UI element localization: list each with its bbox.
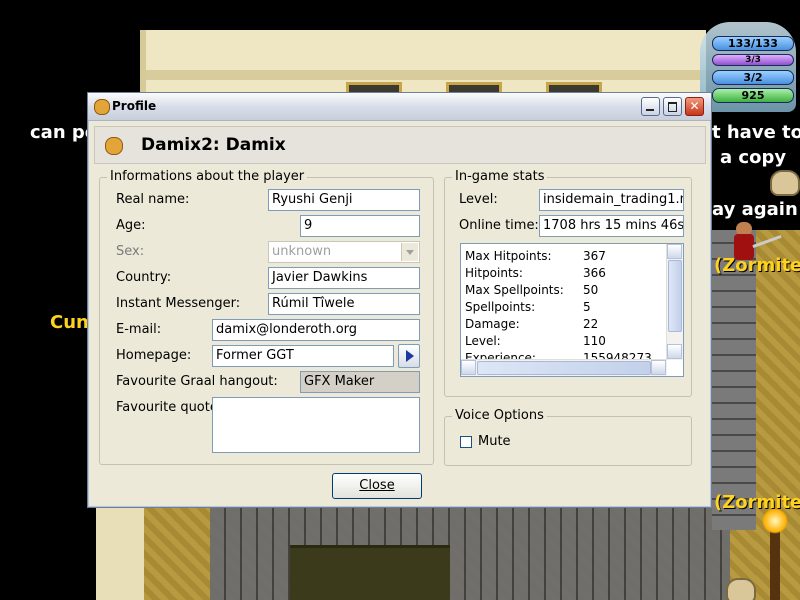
- player-name-title: Damix2: Damix: [141, 135, 286, 155]
- online-time-field[interactable]: 1708 hrs 15 mins 46sec: [539, 215, 684, 237]
- homepage-field[interactable]: Former GGT: [212, 345, 394, 367]
- stat-name: Max Spellpoints:: [465, 283, 564, 297]
- minimize-button[interactable]: [641, 97, 660, 116]
- stat-name: Hitpoints:: [465, 266, 523, 280]
- chat-bubble: (Zormite): [714, 255, 800, 276]
- maximize-button[interactable]: [663, 97, 682, 116]
- chat-bubble: ay again: [712, 199, 798, 220]
- messenger-label: Instant Messenger:: [116, 296, 241, 311]
- stat-name: Spellpoints:: [465, 300, 536, 314]
- chat-bubble: (Zormite): [714, 492, 800, 513]
- hangout-field[interactable]: GFX Maker: [300, 371, 420, 393]
- gralats-counter: 925: [712, 88, 794, 103]
- scroll-left-button[interactable]: [461, 360, 476, 375]
- hangout-label: Favourite Graal hangout:: [116, 374, 278, 389]
- email-field[interactable]: damix@londeroth.org: [212, 319, 420, 341]
- player-head-icon: [105, 137, 123, 155]
- country-field[interactable]: Javier Dawkins: [268, 267, 420, 289]
- scroll-right-button[interactable]: [651, 360, 666, 375]
- sex-value: unknown: [272, 244, 332, 259]
- stat-value: 366: [583, 266, 606, 280]
- profile-header: Damix2: Damix: [94, 126, 706, 164]
- email-label: E-mail:: [116, 322, 162, 337]
- player-head-icon: [94, 99, 110, 115]
- chat-bubble: Cun: [50, 312, 89, 333]
- dark-carpet: [290, 545, 450, 600]
- chat-bubble: t have to: [712, 122, 800, 143]
- maximize-icon: [664, 98, 681, 115]
- sex-select[interactable]: unknown: [268, 241, 420, 263]
- title-bar[interactable]: Profile ✕: [88, 93, 711, 121]
- messenger-field[interactable]: Rúmil Tîwele: [268, 293, 420, 315]
- close-icon: ✕: [689, 99, 700, 113]
- scroll-down-button[interactable]: [667, 344, 682, 359]
- group-label: Voice Options: [452, 408, 547, 423]
- stat-name: Max Hitpoints:: [465, 249, 552, 263]
- alignment-bar: 3/2: [712, 70, 794, 85]
- hitpoints-bar: 133/133: [712, 36, 794, 51]
- chevron-down-icon[interactable]: [401, 243, 418, 261]
- chat-bubble: a copy: [720, 147, 787, 168]
- age-field[interactable]: 9: [300, 215, 420, 237]
- country-label: Country:: [116, 270, 172, 285]
- scroll-up-button[interactable]: [667, 244, 682, 259]
- group-label: Informations about the player: [107, 169, 308, 184]
- level-field[interactable]: insidemain_trading1.nw: [539, 189, 684, 211]
- scroll-thumb[interactable]: [477, 361, 651, 375]
- stone-tiles: [210, 508, 730, 600]
- wall-beam: [146, 70, 706, 80]
- profile-window: Profile ✕ Damix2: Damix Informations abo…: [87, 92, 712, 508]
- status-hud: 133/133 3/3 3/2 925: [698, 22, 800, 112]
- horizontal-scrollbar[interactable]: [461, 359, 667, 376]
- sex-label: Sex:: [116, 244, 145, 259]
- close-window-button[interactable]: ✕: [685, 97, 704, 116]
- player-info-group: Informations about the player Real name:…: [99, 169, 434, 465]
- vertical-scrollbar[interactable]: [666, 244, 683, 360]
- pot-sprite[interactable]: [726, 578, 756, 600]
- stat-name: Level:: [465, 334, 501, 348]
- voice-options-group: Voice Options Mute: [444, 408, 692, 466]
- mute-checkbox[interactable]: [460, 436, 472, 448]
- quote-label: Favourite quote:: [116, 400, 223, 415]
- stat-value: 5: [583, 300, 591, 314]
- real-name-label: Real name:: [116, 192, 190, 207]
- stat-value: 22: [583, 317, 599, 331]
- ingame-stats-group: In-game stats Level: insidemain_trading1…: [444, 169, 692, 397]
- pot-sprite[interactable]: [770, 170, 800, 196]
- stat-name: Damage:: [465, 317, 520, 331]
- magic-bar: 3/3: [712, 54, 794, 66]
- real-name-field[interactable]: Ryushi Genji: [268, 189, 420, 211]
- level-label: Level:: [459, 192, 498, 207]
- minimize-icon: [642, 98, 659, 115]
- homepage-label: Homepage:: [116, 348, 192, 363]
- scroll-thumb[interactable]: [668, 260, 682, 332]
- window-title: Profile: [112, 99, 157, 113]
- age-label: Age:: [116, 218, 146, 233]
- stat-value: 110: [583, 334, 606, 348]
- quote-textarea[interactable]: [212, 397, 420, 453]
- close-button[interactable]: Close: [332, 473, 422, 499]
- online-time-label: Online time:: [459, 218, 539, 233]
- group-label: In-game stats: [452, 169, 548, 184]
- open-homepage-button[interactable]: [398, 344, 420, 368]
- stats-list[interactable]: Max Hitpoints: 367 Hitpoints: 366 Max Spellp…: [460, 243, 684, 377]
- stat-value: 367: [583, 249, 606, 263]
- mute-label[interactable]: Mute: [478, 434, 511, 449]
- stat-value: 50: [583, 283, 599, 297]
